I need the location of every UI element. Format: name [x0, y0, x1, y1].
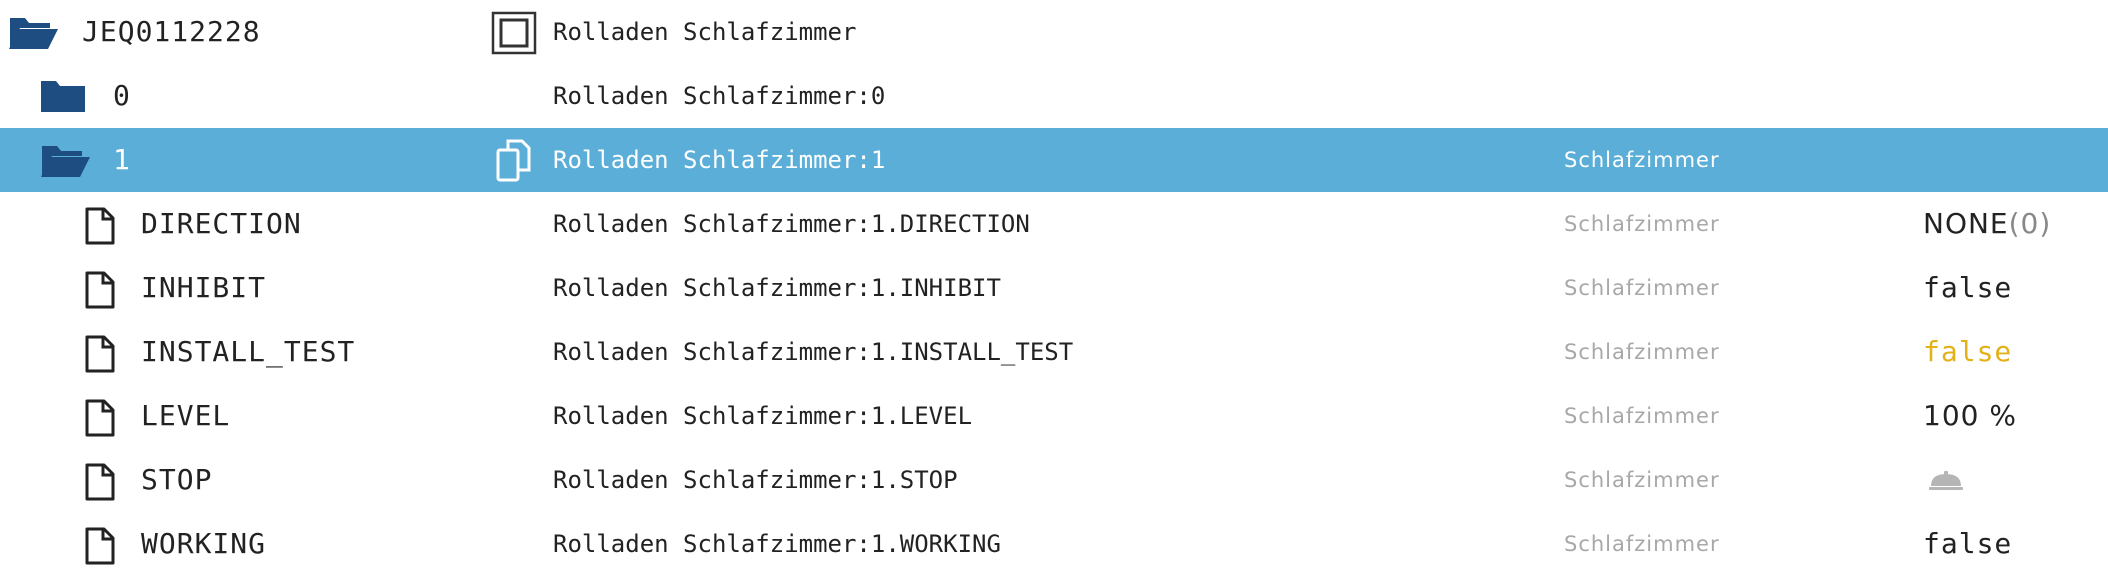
folder-open-icon[interactable]: [8, 14, 60, 50]
datapoint-address: Rolladen Schlafzimmer:1.LEVEL: [553, 402, 973, 430]
file-icon: [85, 271, 115, 309]
datapoint-value: NONE(0): [1923, 192, 2051, 256]
datapoint-room: Schlafzimmer: [1564, 532, 1720, 556]
value-suffix: (0): [2008, 207, 2052, 240]
object-tree: JEQ0112228 Rolladen Schlafzimmer 0 Rolla…: [0, 0, 2108, 571]
tree-row-channel-0[interactable]: 0 Rolladen Schlafzimmer:0: [0, 64, 2108, 128]
copy-icon[interactable]: [496, 138, 532, 182]
datapoint-name[interactable]: DIRECTION: [141, 192, 302, 256]
datapoint-name[interactable]: WORKING: [141, 512, 266, 576]
datapoint-room: Schlafzimmer: [1564, 212, 1720, 236]
file-icon: [85, 335, 115, 373]
datapoint-name[interactable]: INHIBIT: [141, 256, 266, 320]
tree-row-datapoint[interactable]: WORKING Rolladen Schlafzimmer:1.WORKING …: [0, 512, 2108, 576]
channel-address: Rolladen Schlafzimmer:1: [553, 146, 886, 174]
datapoint-room: Schlafzimmer: [1564, 468, 1720, 492]
device-name[interactable]: JEQ0112228: [82, 0, 261, 64]
channel-name[interactable]: 1: [113, 128, 131, 192]
datapoint-address: Rolladen Schlafzimmer:1.STOP: [553, 466, 958, 494]
datapoint-value: false: [1923, 335, 2013, 368]
datapoint-room: Schlafzimmer: [1564, 276, 1720, 300]
channel-address: Rolladen Schlafzimmer:0: [553, 82, 886, 110]
channel-name[interactable]: 0: [113, 64, 131, 128]
datapoint-name[interactable]: LEVEL: [141, 384, 230, 448]
device-address: Rolladen Schlafzimmer: [553, 18, 857, 46]
datapoint-room: Schlafzimmer: [1564, 340, 1720, 364]
datapoint-address: Rolladen Schlafzimmer:1.INSTALL_TEST: [553, 338, 1074, 366]
file-icon: [85, 527, 115, 565]
tree-row-datapoint[interactable]: LEVEL Rolladen Schlafzimmer:1.LEVEL Schl…: [0, 384, 2108, 448]
datapoint-address: Rolladen Schlafzimmer:1.DIRECTION: [553, 210, 1030, 238]
datapoint-address: Rolladen Schlafzimmer:1.WORKING: [553, 530, 1001, 558]
value-text: NONE: [1923, 207, 2009, 240]
tree-row-channel-1[interactable]: 1 Rolladen Schlafzimmer:1 Schlafzimmer: [0, 128, 2108, 192]
folder-open-icon[interactable]: [40, 142, 92, 178]
file-icon: [85, 463, 115, 501]
channel-room: Schlafzimmer: [1564, 148, 1720, 172]
datapoint-name[interactable]: STOP: [141, 448, 212, 512]
tree-row-datapoint[interactable]: INSTALL_TEST Rolladen Schlafzimmer:1.INS…: [0, 320, 2108, 384]
tree-row-datapoint[interactable]: INHIBIT Rolladen Schlafzimmer:1.INHIBIT …: [0, 256, 2108, 320]
tree-row-device[interactable]: JEQ0112228 Rolladen Schlafzimmer: [0, 0, 2108, 64]
datapoint-value: false: [1923, 271, 2013, 304]
folder-icon[interactable]: [40, 79, 86, 113]
datapoint-value: 100 %: [1923, 399, 2017, 432]
datapoint-name[interactable]: INSTALL_TEST: [141, 320, 355, 384]
datapoint-value: false: [1923, 527, 2013, 560]
file-icon: [85, 399, 115, 437]
datapoint-room: Schlafzimmer: [1564, 404, 1720, 428]
bell-icon[interactable]: [1928, 470, 1964, 492]
file-icon: [85, 207, 115, 245]
device-icon: [491, 11, 537, 55]
tree-row-datapoint[interactable]: STOP Rolladen Schlafzimmer:1.STOP Schlaf…: [0, 448, 2108, 512]
datapoint-address: Rolladen Schlafzimmer:1.INHIBIT: [553, 274, 1001, 302]
tree-row-datapoint[interactable]: DIRECTION Rolladen Schlafzimmer:1.DIRECT…: [0, 192, 2108, 256]
